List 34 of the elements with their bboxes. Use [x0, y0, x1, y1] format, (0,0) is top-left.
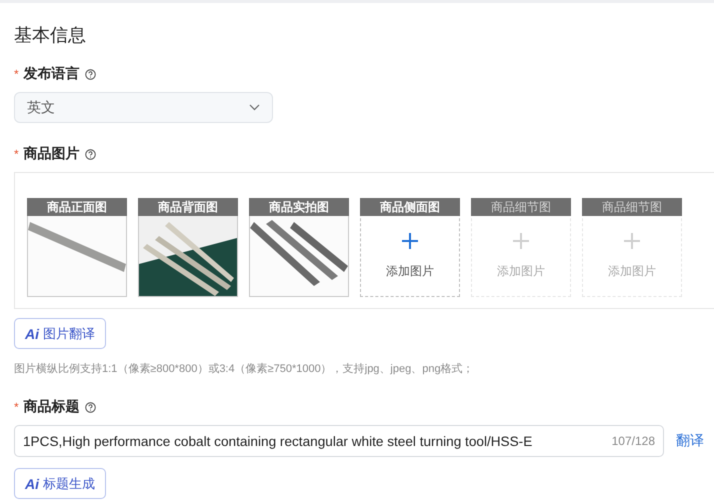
chevron-down-icon: [249, 104, 260, 111]
help-icon[interactable]: [84, 402, 96, 412]
slot-caption: 商品细节图: [471, 198, 571, 216]
char-count: 107/128: [612, 434, 655, 448]
translate-link[interactable]: 翻译: [676, 432, 704, 450]
field-label: 发布语言: [24, 65, 80, 83]
required-mark: *: [14, 400, 19, 414]
slot-caption: 商品实拍图: [249, 198, 349, 216]
ai-button[interactable]: Ai 图片翻译: [14, 318, 106, 349]
help-icon[interactable]: [84, 148, 96, 160]
title-input[interactable]: 1PCS,High performance cobalt containing rectangular white steel turning tool/HSS-E 107/128: [14, 425, 664, 457]
required-mark: *: [14, 147, 19, 161]
slot-caption: 商品正面图: [27, 198, 127, 216]
slot-caption: 商品细节图: [582, 198, 682, 216]
ai-button[interactable]: Ai 标题生成: [14, 468, 106, 499]
help-icon[interactable]: [84, 68, 96, 80]
section-title: 基本信息: [14, 24, 87, 47]
hint-text: 图片横纵比例支持1:1（像素≥800*800）或3:4（像素≥750*1000），支持jpg、jpeg、png格式；: [14, 362, 475, 376]
plus-icon: [513, 232, 529, 248]
add-image-label: 添加图片: [497, 262, 545, 280]
field-label: 商品标题: [24, 398, 80, 416]
add-image-label: 添加图片: [608, 262, 656, 280]
upload-slot[interactable]: 商品侧面图 添加图片: [360, 198, 460, 297]
slot-caption: 商品侧面图: [360, 198, 460, 216]
slot-caption: 商品背面图: [138, 198, 238, 216]
required-mark: *: [14, 67, 19, 81]
language-select[interactable]: 英文: [14, 92, 273, 123]
image-slot[interactable]: 商品实拍图: [249, 198, 349, 297]
plus-icon: [402, 232, 418, 248]
plus-icon: [624, 232, 640, 248]
image-slot[interactable]: 商品背面图: [138, 198, 238, 297]
add-image-label: 添加图片: [386, 262, 434, 280]
field-label: 商品图片: [24, 145, 80, 163]
image-slot[interactable]: 商品正面图: [27, 198, 127, 297]
